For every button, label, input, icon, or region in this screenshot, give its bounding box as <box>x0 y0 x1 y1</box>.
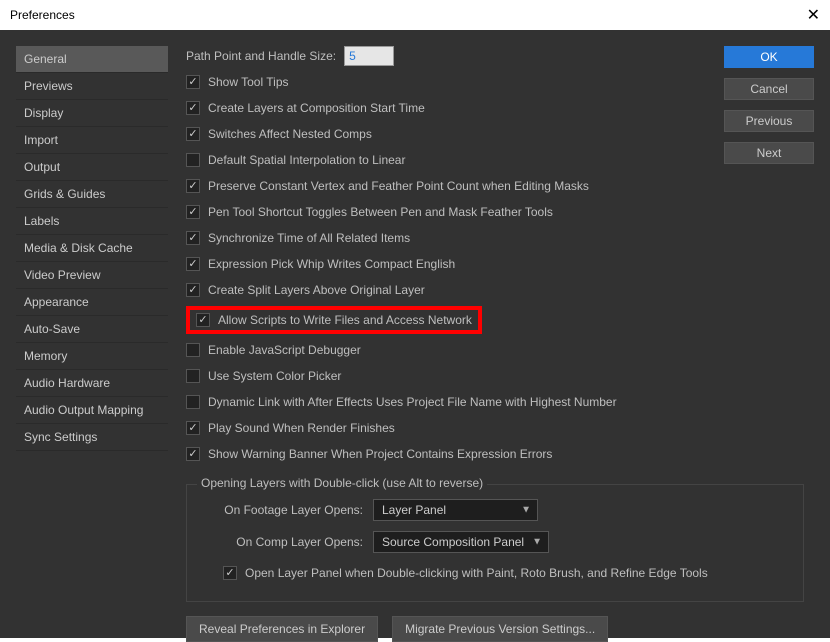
footage-layer-label: On Footage Layer Opens: <box>203 503 363 517</box>
pref-row: Create Layers at Composition Start Time <box>186 98 804 118</box>
preferences-main: Path Point and Handle Size: Show Tool Ti… <box>176 46 814 622</box>
comp-layer-value: Source Composition Panel <box>382 535 524 549</box>
checkbox-label: Show Tool Tips <box>208 75 289 89</box>
checkbox[interactable] <box>186 395 200 409</box>
checkbox[interactable] <box>186 179 200 193</box>
checkbox[interactable] <box>186 369 200 383</box>
pref-row: Synchronize Time of All Related Items <box>186 228 804 248</box>
sidebar-item-labels[interactable]: Labels <box>16 208 168 235</box>
sidebar-item-auto-save[interactable]: Auto-Save <box>16 316 168 343</box>
reveal-preferences-button[interactable]: Reveal Preferences in Explorer <box>186 616 378 642</box>
checkbox[interactable] <box>186 283 200 297</box>
checkbox-label: Default Spatial Interpolation to Linear <box>208 153 405 167</box>
footage-layer-select[interactable]: Layer Panel ▼ <box>373 499 538 521</box>
chevron-down-icon: ▼ <box>532 537 542 548</box>
comp-layer-select[interactable]: Source Composition Panel ▼ <box>373 531 549 553</box>
checkbox[interactable] <box>186 101 200 115</box>
checkbox-label: Use System Color Picker <box>208 369 341 383</box>
pref-row: Preserve Constant Vertex and Feather Poi… <box>186 176 804 196</box>
checkbox[interactable] <box>196 313 210 327</box>
checkbox[interactable] <box>186 421 200 435</box>
cancel-button[interactable]: Cancel <box>724 78 814 100</box>
title-bar: Preferences ✕ <box>0 0 830 30</box>
checkbox[interactable] <box>186 153 200 167</box>
sidebar-item-general[interactable]: General <box>16 46 168 73</box>
sidebar-item-memory[interactable]: Memory <box>16 343 168 370</box>
pref-row: Play Sound When Render Finishes <box>186 418 804 438</box>
checkbox[interactable] <box>186 231 200 245</box>
checkbox-label: Expression Pick Whip Writes Compact Engl… <box>208 257 455 271</box>
pref-row: Default Spatial Interpolation to Linear <box>186 150 804 170</box>
handle-size-row: Path Point and Handle Size: <box>186 46 804 66</box>
sidebar-item-import[interactable]: Import <box>16 127 168 154</box>
pref-row: Create Split Layers Above Original Layer <box>186 280 804 300</box>
pref-row: Pen Tool Shortcut Toggles Between Pen an… <box>186 202 804 222</box>
handle-size-label: Path Point and Handle Size: <box>186 49 336 63</box>
sidebar-item-previews[interactable]: Previews <box>16 73 168 100</box>
checkbox-label: Enable JavaScript Debugger <box>208 343 361 357</box>
checkbox-label: Dynamic Link with After Effects Uses Pro… <box>208 395 617 409</box>
chevron-down-icon: ▼ <box>521 505 531 516</box>
checkbox-label: Pen Tool Shortcut Toggles Between Pen an… <box>208 205 553 219</box>
migrate-settings-button[interactable]: Migrate Previous Version Settings... <box>392 616 608 642</box>
sidebar-item-video-preview[interactable]: Video Preview <box>16 262 168 289</box>
sidebar-item-appearance[interactable]: Appearance <box>16 289 168 316</box>
group-title: Opening Layers with Double-click (use Al… <box>197 476 487 490</box>
checkbox-label: Create Split Layers Above Original Layer <box>208 283 425 297</box>
dialog-action-buttons: OK Cancel Previous Next <box>724 46 814 164</box>
checkbox[interactable] <box>186 75 200 89</box>
open-layer-panel-label: Open Layer Panel when Double-clicking wi… <box>245 566 708 580</box>
open-layer-panel-checkbox[interactable] <box>223 566 237 580</box>
preferences-sidebar: GeneralPreviewsDisplayImportOutputGrids … <box>16 46 168 622</box>
sidebar-item-grids-guides[interactable]: Grids & Guides <box>16 181 168 208</box>
pref-row: Dynamic Link with After Effects Uses Pro… <box>186 392 804 412</box>
dialog-body: GeneralPreviewsDisplayImportOutputGrids … <box>0 30 830 638</box>
sidebar-item-output[interactable]: Output <box>16 154 168 181</box>
pref-row: Enable JavaScript Debugger <box>186 340 804 360</box>
opening-layers-group: Opening Layers with Double-click (use Al… <box>186 484 804 602</box>
checkbox-label: Create Layers at Composition Start Time <box>208 101 425 115</box>
checkbox-label: Synchronize Time of All Related Items <box>208 231 410 245</box>
sidebar-item-audio-hardware[interactable]: Audio Hardware <box>16 370 168 397</box>
checkbox[interactable] <box>186 447 200 461</box>
pref-row: Use System Color Picker <box>186 366 804 386</box>
checkbox[interactable] <box>186 127 200 141</box>
ok-button[interactable]: OK <box>724 46 814 68</box>
checkbox-label: Play Sound When Render Finishes <box>208 421 395 435</box>
pref-row: Switches Affect Nested Comps <box>186 124 804 144</box>
previous-button[interactable]: Previous <box>724 110 814 132</box>
checkbox[interactable] <box>186 205 200 219</box>
close-icon[interactable]: ✕ <box>807 5 820 25</box>
footage-layer-value: Layer Panel <box>382 503 446 517</box>
pref-row: Allow Scripts to Write Files and Access … <box>186 306 804 334</box>
checkbox-label: Show Warning Banner When Project Contain… <box>208 447 552 461</box>
comp-layer-label: On Comp Layer Opens: <box>203 535 363 549</box>
checkbox-label: Preserve Constant Vertex and Feather Poi… <box>208 179 589 193</box>
pref-row: Expression Pick Whip Writes Compact Engl… <box>186 254 804 274</box>
sidebar-item-display[interactable]: Display <box>16 100 168 127</box>
sidebar-item-audio-output-mapping[interactable]: Audio Output Mapping <box>16 397 168 424</box>
checkbox-label: Switches Affect Nested Comps <box>208 127 372 141</box>
checkbox[interactable] <box>186 257 200 271</box>
handle-size-input[interactable] <box>344 46 394 66</box>
sidebar-item-media-disk-cache[interactable]: Media & Disk Cache <box>16 235 168 262</box>
highlight-box: Allow Scripts to Write Files and Access … <box>186 306 482 334</box>
checkbox-label: Allow Scripts to Write Files and Access … <box>218 313 472 327</box>
checkbox[interactable] <box>186 343 200 357</box>
pref-row: Show Warning Banner When Project Contain… <box>186 444 804 464</box>
sidebar-item-sync-settings[interactable]: Sync Settings <box>16 424 168 451</box>
pref-row: Show Tool Tips <box>186 72 804 92</box>
next-button[interactable]: Next <box>724 142 814 164</box>
window-title: Preferences <box>10 8 75 22</box>
